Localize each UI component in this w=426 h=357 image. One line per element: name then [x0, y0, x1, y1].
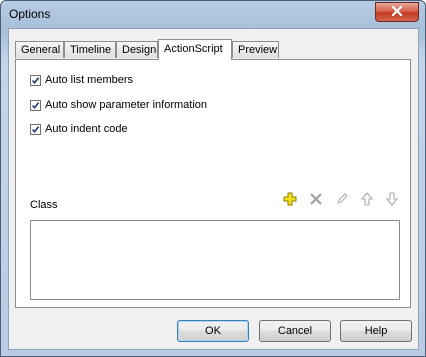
auto-indent-code-option[interactable]: Auto indent code	[30, 123, 128, 135]
checkmark-icon	[31, 101, 40, 109]
window-title: Options	[9, 7, 51, 21]
auto-list-members-label: Auto list members	[45, 74, 134, 86]
cancel-button[interactable]: Cancel	[259, 320, 331, 342]
auto-show-parameter-option[interactable]: Auto show parameter information	[30, 99, 207, 111]
add-icon[interactable]	[282, 191, 298, 207]
checkmark-icon	[31, 76, 40, 84]
auto-list-members-option[interactable]: Auto list members	[30, 74, 133, 86]
title-bar[interactable]: Options	[1, 1, 425, 27]
ok-button[interactable]: OK	[177, 320, 249, 342]
help-button[interactable]: Help	[340, 320, 412, 342]
tab-timeline[interactable]: Timeline	[64, 41, 116, 58]
actionscript-panel: Auto list members Auto show parameter in…	[15, 59, 411, 308]
close-button[interactable]	[375, 2, 419, 22]
auto-indent-code-checkbox[interactable]	[30, 123, 41, 135]
move-down-icon[interactable]	[384, 191, 400, 207]
checkmark-icon	[31, 125, 40, 133]
close-icon	[391, 5, 403, 19]
tab-actionscript[interactable]: ActionScript	[158, 39, 232, 60]
tab-general[interactable]: General	[15, 41, 64, 58]
tab-preview[interactable]: Preview	[232, 41, 279, 58]
tab-design[interactable]: Design	[116, 41, 158, 58]
auto-list-members-checkbox[interactable]	[30, 74, 41, 86]
options-dialog: Options General Timeline Design ActionSc…	[0, 0, 426, 357]
edit-icon[interactable]	[334, 191, 350, 207]
delete-icon[interactable]	[308, 191, 324, 207]
auto-indent-code-label: Auto indent code	[45, 123, 128, 135]
auto-show-parameter-label: Auto show parameter information	[45, 99, 208, 111]
auto-show-parameter-checkbox[interactable]	[30, 99, 41, 111]
class-label: Class	[30, 199, 58, 211]
move-up-icon[interactable]	[359, 191, 375, 207]
dialog-client-area: General Timeline Design ActionScript Pre…	[8, 28, 419, 350]
class-list[interactable]	[30, 220, 400, 300]
